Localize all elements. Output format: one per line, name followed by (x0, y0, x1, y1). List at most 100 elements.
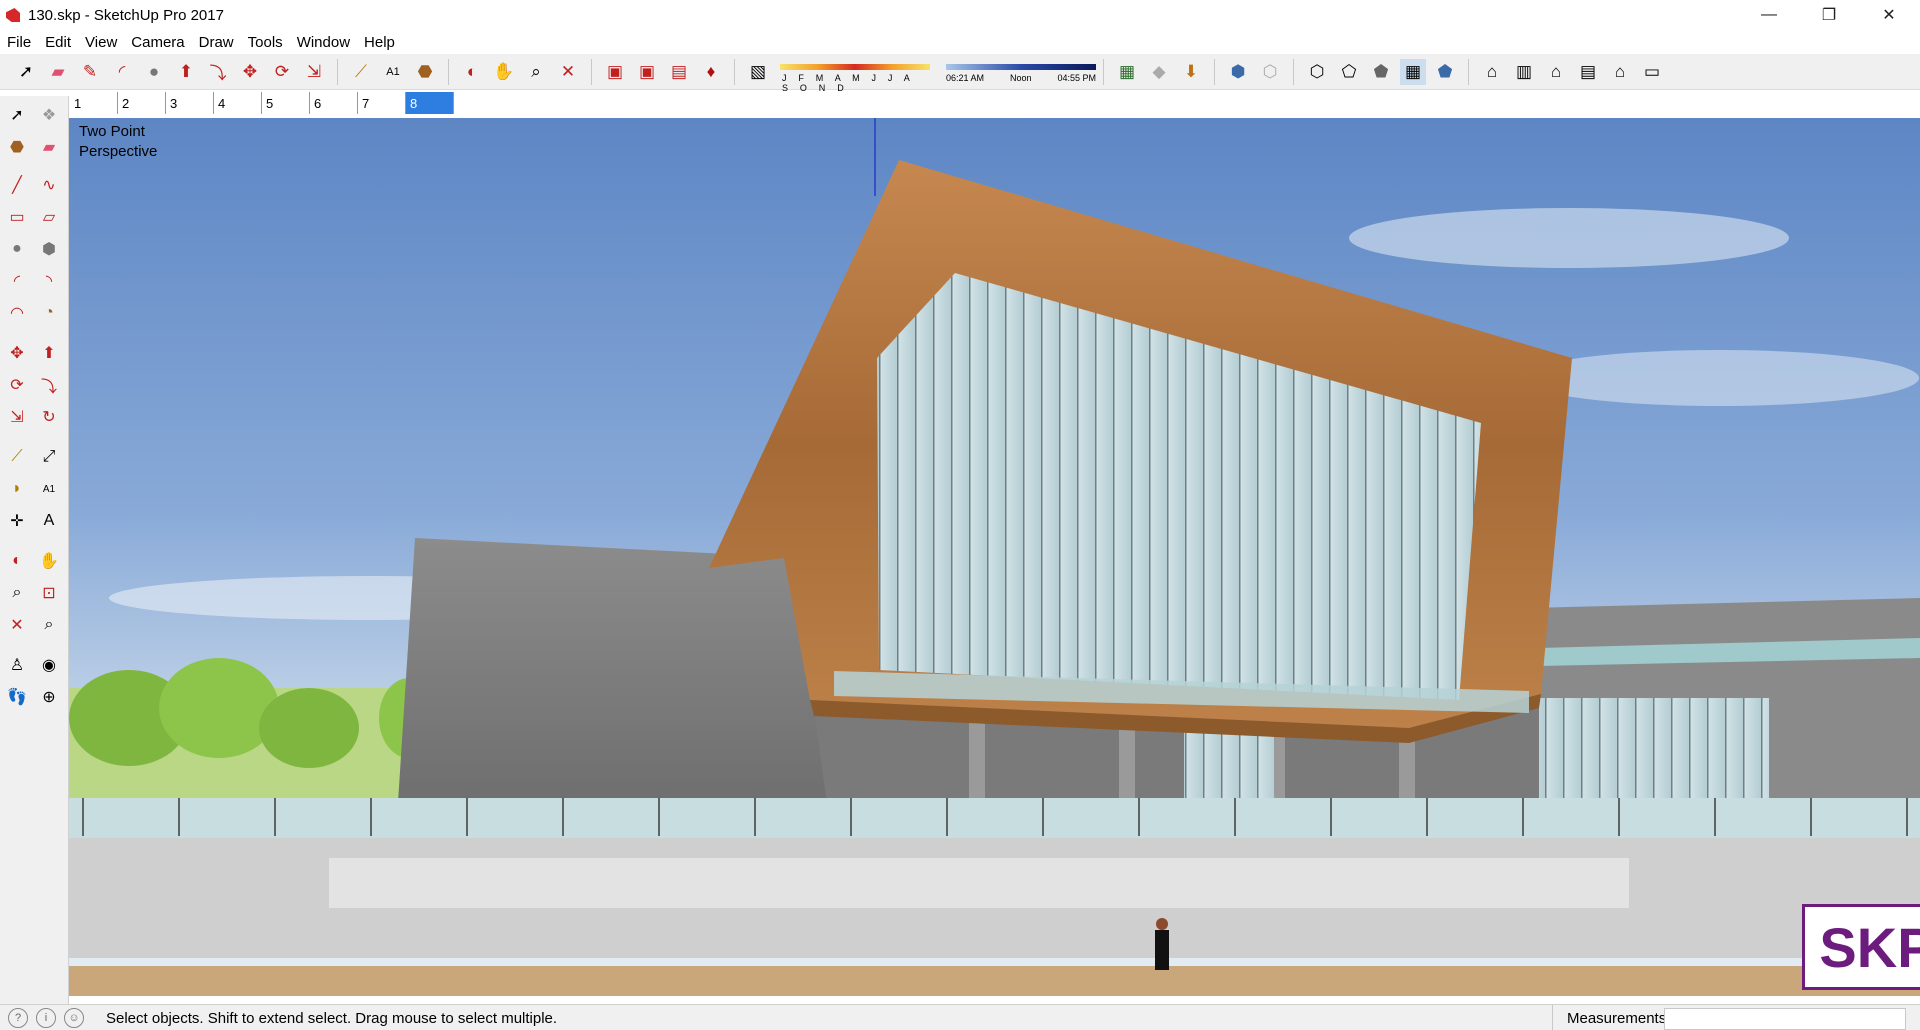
back-view-icon[interactable]: ⌂ (1607, 59, 1633, 85)
move-icon[interactable]: ✥ (4, 340, 30, 366)
arc-icon[interactable]: ◜ (4, 268, 30, 294)
scene-tab-8[interactable]: 8 (406, 92, 454, 114)
look-around-icon[interactable]: ◉ (36, 652, 62, 678)
tape-measure-icon[interactable]: ⟋ (348, 59, 374, 85)
hidden-line-icon[interactable]: ⬠ (1336, 59, 1362, 85)
polygon-icon[interactable]: ⬢ (36, 236, 62, 262)
import-icon[interactable]: ⬇ (1178, 59, 1204, 85)
layout-icon[interactable]: ▤ (666, 59, 692, 85)
freehand-icon[interactable]: ∿ (36, 172, 62, 198)
position-camera-icon[interactable]: ♙ (4, 652, 30, 678)
previous-view-icon[interactable]: ⌕ (36, 612, 62, 638)
pencil-icon[interactable]: ✎ (77, 59, 103, 85)
orbit-icon[interactable]: ◐ (459, 59, 485, 85)
circle-arc-icon[interactable]: ◜ (109, 59, 135, 85)
month-slider[interactable]: J F M A M J J A S O N D (780, 60, 930, 93)
make-component-icon[interactable]: ❖ (36, 102, 62, 128)
circle-icon[interactable]: ● (141, 59, 167, 85)
pie-icon[interactable]: ◔ (36, 300, 62, 326)
restore-button[interactable]: ❐ (1800, 0, 1858, 30)
scale-icon[interactable]: ⇲ (301, 59, 327, 85)
two-point-arc-icon[interactable]: ◝ (36, 268, 62, 294)
tape-measure-icon[interactable]: ⟋ (4, 444, 30, 470)
rotate-icon[interactable]: ⟳ (4, 372, 30, 398)
3d-text-icon[interactable]: A (36, 508, 62, 534)
shaded-textures-icon[interactable]: ▦ (1400, 58, 1426, 85)
select-icon[interactable]: ➚ (4, 102, 30, 128)
zoom-icon[interactable]: ⌕ (523, 59, 549, 85)
zoom-extents-icon[interactable]: ✕ (4, 612, 30, 638)
eraser-icon[interactable]: ▰ (36, 134, 62, 160)
menu-help[interactable]: Help (357, 34, 402, 51)
text-icon[interactable]: A1 (36, 476, 62, 502)
scene-tab-1[interactable]: 1 (70, 92, 118, 114)
pan-icon[interactable]: ✋ (36, 548, 62, 574)
section-plane-icon[interactable]: ⊕ (36, 684, 62, 710)
push-pull-icon[interactable]: ⬆ (36, 340, 62, 366)
iso-view-icon[interactable]: ⌂ (1479, 59, 1505, 85)
move-icon[interactable]: ✥ (237, 59, 263, 85)
text-icon[interactable]: A1 (380, 59, 406, 85)
scale-icon[interactable]: ⇲ (4, 404, 30, 430)
scene-tab-7[interactable]: 7 (358, 92, 406, 114)
scene-tab-4[interactable]: 4 (214, 92, 262, 114)
axes-icon[interactable]: ✛ (4, 508, 30, 534)
wireframe-icon[interactable]: ⬡ (1304, 59, 1330, 85)
menu-tools[interactable]: Tools (241, 34, 290, 51)
menu-view[interactable]: View (78, 34, 124, 51)
add-photo-icon[interactable]: ◆ (1146, 59, 1172, 85)
protractor-icon[interactable]: ◗ (4, 476, 30, 502)
pan-icon[interactable]: ✋ (491, 59, 517, 85)
three-point-arc-icon[interactable]: ◠ (4, 300, 30, 326)
user-account-icon[interactable]: ☺ (64, 1008, 84, 1028)
rectangle-icon[interactable]: ▭ (4, 204, 30, 230)
scene-tab-3[interactable]: 3 (166, 92, 214, 114)
dimension-icon[interactable]: ⤢ (36, 444, 62, 470)
paint-bucket-icon[interactable]: ⬣ (412, 59, 438, 85)
zoom-icon[interactable]: ⌕ (4, 580, 30, 606)
scene-tab-6[interactable]: 6 (310, 92, 358, 114)
model-viewport[interactable]: Two Point Perspective SKP (69, 118, 1920, 996)
xray-icon[interactable]: ⬢ (1225, 59, 1251, 85)
shaded-icon[interactable]: ⬟ (1368, 59, 1394, 85)
menu-draw[interactable]: Draw (192, 34, 241, 51)
time-slider[interactable]: 06:21 AM Noon 04:55 PM (946, 60, 1096, 86)
circle-icon[interactable]: ● (4, 236, 30, 262)
geo-location-icon[interactable]: ▦ (1114, 59, 1140, 85)
push-pull-icon[interactable]: ⬆ (173, 59, 199, 85)
eraser-icon[interactable]: ▰ (45, 59, 71, 85)
front-view-icon[interactable]: ⌂ (1543, 59, 1569, 85)
follow-me-icon[interactable]: ⤵ (205, 59, 231, 85)
zoom-extents-icon[interactable]: ✕ (555, 59, 581, 85)
paint-bucket-icon[interactable]: ⬣ (4, 134, 30, 160)
menu-edit[interactable]: Edit (38, 34, 78, 51)
shadow-toggle-icon[interactable]: ▧ (745, 59, 771, 85)
extension-warehouse-icon[interactable]: ▣ (634, 59, 660, 85)
ruby-icon[interactable]: ♦ (698, 59, 724, 85)
menu-file[interactable]: File (0, 34, 38, 51)
zoom-window-icon[interactable]: ⊡ (36, 580, 62, 606)
credits-status-icon[interactable]: i (36, 1008, 56, 1028)
select-icon[interactable]: ➚ (13, 59, 39, 85)
minimize-button[interactable]: — (1740, 0, 1798, 30)
walk-icon[interactable]: 👣 (4, 684, 30, 710)
orbit-icon[interactable]: ◐ (4, 548, 30, 574)
rotated-rectangle-icon[interactable]: ▱ (36, 204, 62, 230)
top-view-icon[interactable]: ▥ (1511, 59, 1537, 85)
line-icon[interactable]: ╱ (4, 172, 30, 198)
rotate-icon[interactable]: ⟳ (269, 59, 295, 85)
back-edges-icon[interactable]: ⬡ (1257, 59, 1283, 85)
offset-icon[interactable]: ↻ (36, 404, 62, 430)
monochrome-icon[interactable]: ⬟ (1432, 59, 1458, 85)
geo-location-status-icon[interactable]: ? (8, 1008, 28, 1028)
right-view-icon[interactable]: ▤ (1575, 59, 1601, 85)
3d-warehouse-icon[interactable]: ▣ (602, 59, 628, 85)
left-view-icon[interactable]: ▭ (1639, 59, 1665, 85)
scene-tab-2[interactable]: 2 (118, 92, 166, 114)
menu-window[interactable]: Window (290, 34, 357, 51)
menu-camera[interactable]: Camera (124, 34, 191, 51)
measurements-input[interactable] (1664, 1008, 1906, 1030)
scene-tab-5[interactable]: 5 (262, 92, 310, 114)
follow-me-icon[interactable]: ⤵ (36, 372, 62, 398)
close-button[interactable]: ✕ (1860, 0, 1918, 30)
